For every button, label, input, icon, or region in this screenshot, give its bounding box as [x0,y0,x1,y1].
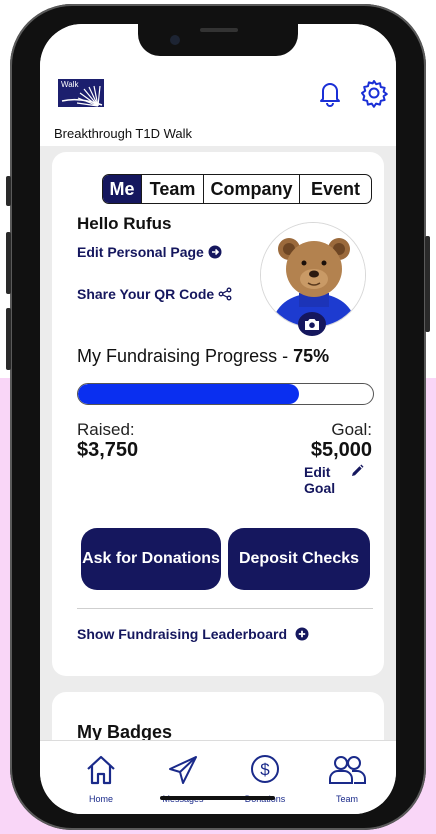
fundraising-card: Me Team Company Event Hello Rufus Edit P… [52,152,384,676]
ask-for-donations-button[interactable]: Ask for Donations [81,528,221,590]
raised-amount: $3,750 [77,439,139,461]
leaderboard-label: Show Fundraising Leaderboard [77,626,288,642]
share-qr-code-link[interactable]: Share Your QR Code [77,286,232,302]
deposit-checks-button[interactable]: Deposit Checks [228,528,370,590]
nav-team[interactable]: Team [312,753,382,813]
walk-logo[interactable]: Walk [58,79,104,107]
share-icon [218,287,232,301]
logo-rays-icon [61,85,103,107]
pencil-icon [352,464,364,476]
nav-messages[interactable]: Messages [148,753,218,813]
home-indicator [160,796,275,800]
progress-percent: 75% [293,346,330,366]
edit-personal-page-label: Edit Personal Page [77,244,204,260]
gear-icon[interactable] [358,77,390,109]
tab-team[interactable]: Team [141,175,203,203]
bell-icon[interactable] [314,77,346,109]
nav-home-label: Home [88,794,113,804]
nav-team-label: Team [335,794,358,804]
scope-tabs: Me Team Company Event [102,174,372,204]
org-name: Breakthrough T1D Walk [54,126,193,141]
nav-donations[interactable]: $ Donations [230,753,300,813]
team-icon [329,756,366,784]
goal-amount: $5,000 [310,439,372,461]
front-camera [170,35,180,45]
plus-circle-icon [295,627,309,641]
goal-label: Goal: [331,420,372,439]
tab-event[interactable]: Event [299,175,371,203]
home-icon [87,755,115,785]
app-screen: Walk Breakthrough T1D Walk Me Team Compa… [40,24,396,814]
progress-title-label: My Fundraising Progress - [77,346,294,366]
phone-notch [138,24,298,56]
mute-switch [6,176,11,206]
tab-me[interactable]: Me [103,175,141,203]
edit-personal-page-link[interactable]: Edit Personal Page [77,244,222,260]
progress-title: My Fundraising Progress - 75% [77,346,329,367]
notch-speaker [200,28,238,32]
progress-bar-fill [78,384,300,404]
divider [77,608,373,609]
volume-up-button [6,232,11,294]
camera-icon [305,319,319,330]
tab-company[interactable]: Company [203,175,299,203]
arrow-circle-right-icon [208,245,222,259]
share-qr-code-label: Share Your QR Code [77,286,215,302]
change-photo-button[interactable] [298,312,326,336]
power-button [425,236,430,332]
nav-home[interactable]: Home [66,753,136,813]
bottom-nav: Home Messages $ Donations Team [40,740,396,814]
edit-goal-link[interactable]: Edit Goal [304,464,364,496]
show-leaderboard-link[interactable]: Show Fundraising Leaderboard [77,626,309,642]
raised-label: Raised: [77,420,135,439]
volume-down-button [6,308,11,370]
send-icon [169,756,197,784]
progress-bar [77,383,374,405]
edit-goal-label: Edit Goal [304,464,336,496]
dollar-icon: $ [251,755,279,783]
greeting: Hello Rufus [77,214,172,233]
svg-text:$: $ [260,760,270,779]
